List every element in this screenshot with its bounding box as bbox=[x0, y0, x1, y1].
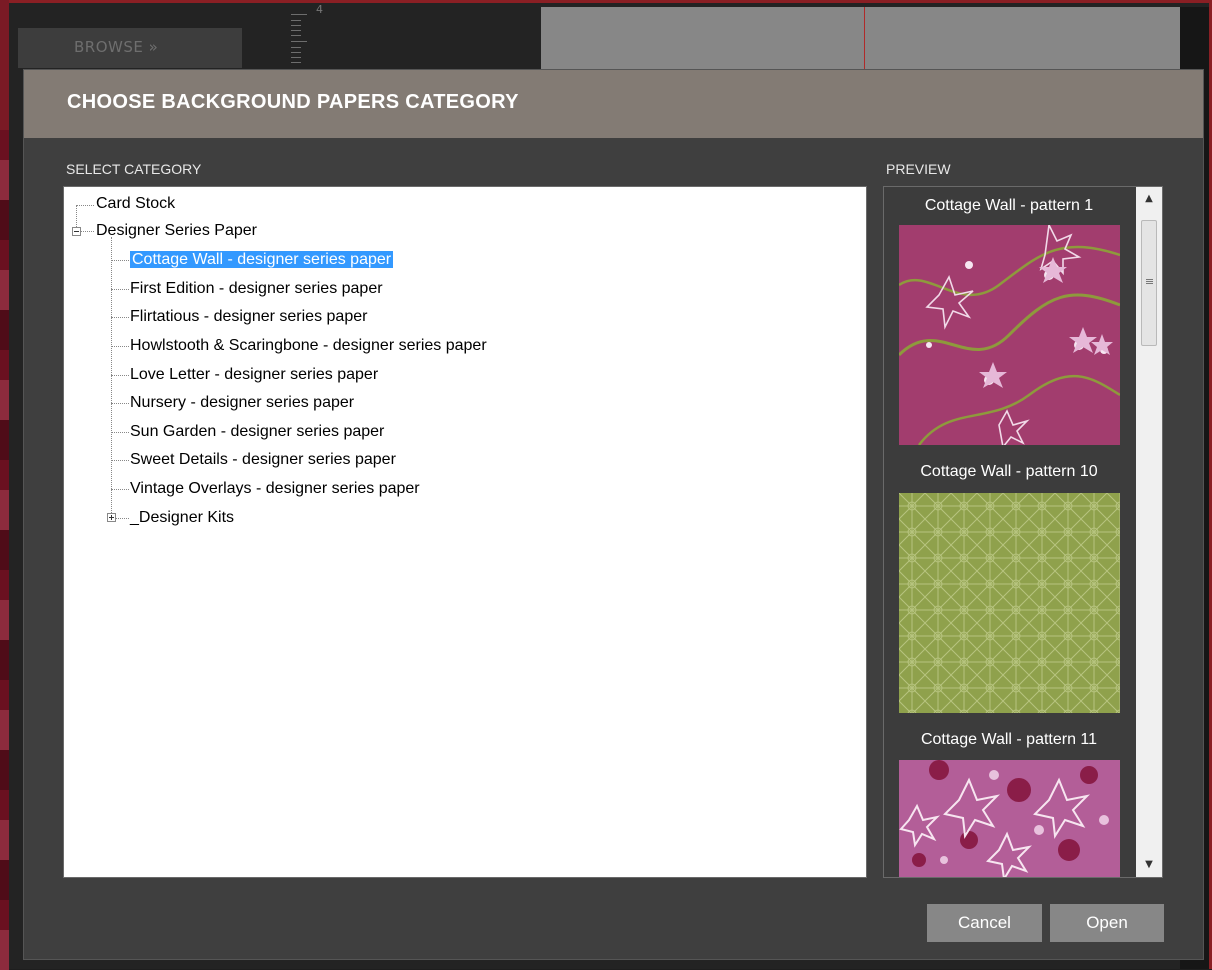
tree-connector bbox=[116, 518, 129, 519]
tree-item-designer-series-paper[interactable]: Designer Series Paper bbox=[96, 218, 257, 244]
tree-connector bbox=[111, 289, 129, 290]
tree-connector bbox=[111, 260, 129, 261]
tree-item-flirtatious[interactable]: Flirtatious - designer series paper bbox=[130, 304, 367, 330]
tree-item-first-edition[interactable]: First Edition - designer series paper bbox=[130, 276, 383, 302]
tree-connector bbox=[111, 432, 129, 433]
ruler-number: 4 bbox=[316, 3, 323, 16]
preview-caption: Cottage Wall - pattern 1 bbox=[924, 197, 1094, 214]
cancel-button[interactable]: Cancel bbox=[927, 904, 1042, 942]
choose-category-dialog: CHOOSE BACKGROUND PAPERS CATEGORY SELECT… bbox=[23, 69, 1204, 960]
select-category-label: SELECT CATEGORY bbox=[66, 161, 202, 177]
tree-item-label: Howlstooth & Scaringbone - designer seri… bbox=[130, 337, 487, 354]
tree-item-label: First Edition - designer series paper bbox=[130, 280, 383, 297]
preview-thumbnail-pattern-10[interactable] bbox=[899, 493, 1120, 713]
canvas-guide-line bbox=[864, 7, 865, 71]
tree-item-vintage-overlays[interactable]: Vintage Overlays - designer series paper bbox=[130, 476, 420, 502]
tree-connector bbox=[111, 237, 112, 519]
preview-list[interactable]: Cottage Wall - pattern 1 Cottage Wall - … bbox=[883, 186, 1163, 878]
scroll-down-icon[interactable]: ▼ bbox=[1136, 853, 1162, 877]
preview-caption: Cottage Wall - pattern 11 bbox=[920, 731, 1098, 748]
open-button[interactable]: Open bbox=[1050, 904, 1164, 942]
tree-connector bbox=[76, 205, 94, 206]
preview-thumbnail-pattern-11[interactable] bbox=[899, 760, 1120, 877]
tree-item-label: Love Letter - designer series paper bbox=[130, 366, 379, 383]
tree-item-label: Designer Series Paper bbox=[96, 222, 257, 239]
tree-item-nursery[interactable]: Nursery - designer series paper bbox=[130, 390, 354, 416]
preview-caption: Cottage Wall - pattern 10 bbox=[920, 463, 1098, 480]
background-left-paper-strip bbox=[0, 130, 9, 970]
tree-item-love-letter[interactable]: Love Letter - designer series paper bbox=[130, 362, 378, 388]
tree-connector bbox=[111, 460, 129, 461]
ruler bbox=[289, 4, 313, 68]
scroll-up-icon[interactable]: ▲ bbox=[1136, 187, 1162, 211]
collapse-toggle-icon[interactable] bbox=[72, 227, 81, 236]
scroll-thumb[interactable] bbox=[1141, 220, 1157, 346]
tree-item-designer-kits[interactable]: _Designer Kits bbox=[130, 505, 234, 531]
tree-item-howlstooth[interactable]: Howlstooth & Scaringbone - designer seri… bbox=[130, 333, 487, 359]
tree-item-sweet-details[interactable]: Sweet Details - designer series paper bbox=[130, 447, 396, 473]
tree-item-label: Sweet Details - designer series paper bbox=[130, 451, 396, 468]
tree-connector bbox=[111, 346, 129, 347]
preview-thumbnail-pattern-1[interactable] bbox=[899, 225, 1120, 445]
tree-item-sun-garden[interactable]: Sun Garden - designer series paper bbox=[130, 419, 384, 445]
tree-item-label: Nursery - designer series paper bbox=[130, 394, 355, 411]
window-accent-top bbox=[0, 0, 1212, 3]
dialog-title: CHOOSE BACKGROUND PAPERS CATEGORY bbox=[67, 91, 519, 113]
tree-connector bbox=[111, 375, 129, 376]
tree-item-label: Card Stock bbox=[96, 195, 176, 212]
tree-item-cottage-wall[interactable]: Cottage Wall - designer series paper bbox=[130, 247, 394, 273]
expand-toggle-icon[interactable] bbox=[107, 513, 116, 522]
background-canvas bbox=[541, 7, 1180, 71]
browse-tab-label: BROWSE » bbox=[74, 38, 159, 56]
tree-item-label: _Designer Kits bbox=[130, 509, 235, 526]
tree-connector bbox=[111, 403, 129, 404]
tree-connector bbox=[111, 489, 129, 490]
tree-item-label: Sun Garden - designer series paper bbox=[130, 423, 385, 440]
tree-item-label: Cottage Wall - designer series paper bbox=[130, 251, 394, 268]
tree-item-card-stock[interactable]: Card Stock bbox=[96, 191, 175, 217]
tree-item-label: Vintage Overlays - designer series paper bbox=[130, 480, 420, 497]
tree-item-label: Flirtatious - designer series paper bbox=[130, 308, 368, 325]
preview-label: PREVIEW bbox=[886, 161, 951, 177]
preview-scrollbar[interactable]: ▲ ▼ bbox=[1136, 187, 1162, 877]
category-tree[interactable]: Card Stock Designer Series Paper Cottage… bbox=[63, 186, 867, 878]
tree-connector bbox=[111, 317, 129, 318]
dialog-header: CHOOSE BACKGROUND PAPERS CATEGORY bbox=[24, 70, 1203, 138]
tree-connector bbox=[81, 231, 94, 232]
